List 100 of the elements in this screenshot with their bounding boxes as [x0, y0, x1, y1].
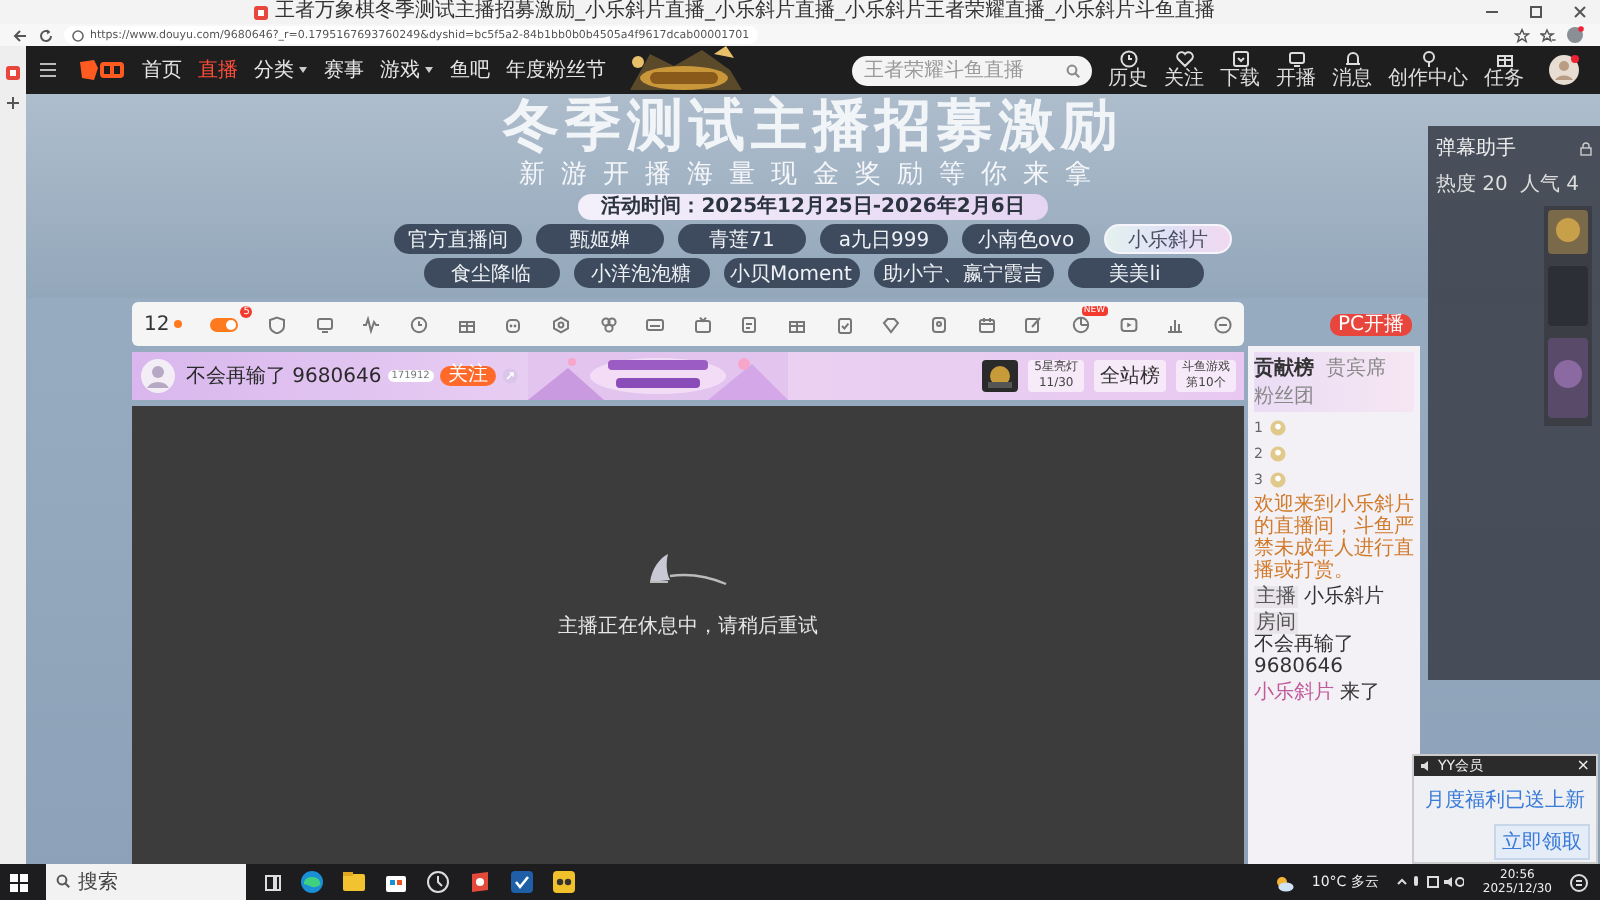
- panel-title: 弹幕助手: [1436, 135, 1516, 162]
- star-icon[interactable]: [1514, 27, 1530, 43]
- windows-icon[interactable]: [10, 873, 28, 891]
- streamer-button[interactable]: 官方直播间: [394, 224, 522, 254]
- start-stream-button[interactable]: PC开播: [1329, 313, 1412, 335]
- nav-link[interactable]: 游戏: [380, 56, 434, 84]
- diamond-icon[interactable]: [882, 315, 901, 333]
- favorites-icon[interactable]: [1540, 27, 1556, 43]
- maximize-icon[interactable]: [1528, 4, 1544, 20]
- profile-icon[interactable]: [1566, 26, 1584, 44]
- header-link[interactable]: 任务: [1484, 70, 1524, 90]
- play-icon[interactable]: [1119, 315, 1138, 333]
- tray-icons-drawing: [1396, 874, 1465, 890]
- banner-title: 冬季测试主播招募激励: [503, 96, 1123, 156]
- caret-icon: [424, 66, 434, 74]
- streamer-button[interactable]: 小乐斜片: [1104, 224, 1232, 254]
- speaker-icon: [1420, 760, 1432, 772]
- close-icon[interactable]: [1572, 4, 1588, 20]
- streamer-button[interactable]: 青莲71: [678, 224, 806, 254]
- pie-icon[interactable]: [1071, 315, 1090, 333]
- app-icon[interactable]: [552, 870, 576, 894]
- header-link[interactable]: 历史: [1108, 70, 1148, 90]
- chart-icon[interactable]: [1166, 315, 1185, 333]
- weather-icon: [1273, 873, 1294, 891]
- streamer-button[interactable]: 小南色ovo: [962, 224, 1090, 254]
- circles-icon[interactable]: [599, 315, 617, 333]
- stat-text: 人气 4: [1519, 172, 1579, 198]
- notification-icon[interactable]: [1570, 873, 1588, 891]
- tv-icon[interactable]: [693, 315, 712, 333]
- browser-icon[interactable]: [300, 870, 324, 894]
- nav-link[interactable]: 直播: [198, 56, 238, 84]
- header-link[interactable]: 创作中心: [1388, 70, 1468, 90]
- streamer-button[interactable]: 食尘降临: [423, 258, 559, 288]
- nav-link[interactable]: 赛事: [324, 56, 364, 84]
- avatar-icon: [1270, 471, 1287, 487]
- reload-icon[interactable]: [38, 27, 54, 43]
- avatar-icon: [140, 358, 176, 394]
- edit-icon[interactable]: [1024, 315, 1043, 333]
- more-icon[interactable]: [1213, 315, 1232, 333]
- user-name: 小乐斜片: [1254, 682, 1334, 704]
- shield-icon[interactable]: [268, 315, 287, 333]
- calendar-icon[interactable]: [977, 315, 996, 333]
- search-field[interactable]: 王者荣耀斗鱼直播: [852, 55, 1092, 85]
- bell-icon[interactable]: [1343, 50, 1361, 68]
- avatar-icon[interactable]: [1548, 54, 1580, 86]
- logo-icon[interactable]: [78, 58, 126, 82]
- nav-link[interactable]: 首页: [142, 56, 182, 84]
- download-icon[interactable]: [1231, 50, 1249, 68]
- screen-icon[interactable]: [1287, 50, 1305, 68]
- streamer-button[interactable]: 助小宁、嬴宁霞吉: [873, 258, 1053, 288]
- hexagon-icon[interactable]: [551, 315, 570, 333]
- lock-icon: [1580, 141, 1592, 155]
- fin-icon: [646, 551, 730, 587]
- wave-icon[interactable]: [362, 315, 381, 333]
- folder-icon[interactable]: [342, 870, 366, 894]
- store-icon[interactable]: [384, 870, 408, 894]
- popup-headline: 月度福利已送上新: [1425, 787, 1585, 814]
- info-value: 不会再输了 9680646: [1254, 634, 1356, 678]
- tab-icon[interactable]: [6, 66, 20, 80]
- add-icon[interactable]: [6, 96, 20, 110]
- claim-button[interactable]: 立即领取: [1494, 824, 1590, 860]
- ranking-button[interactable]: 全站榜: [1094, 360, 1166, 392]
- pin-icon[interactable]: [1419, 50, 1437, 68]
- toggle-switch[interactable]: [210, 317, 239, 331]
- keyboard-icon[interactable]: [646, 315, 665, 333]
- info-value: 小乐斜片: [1304, 586, 1384, 608]
- robot-icon[interactable]: [504, 315, 523, 333]
- avatar-icon: [1270, 445, 1287, 461]
- header-link[interactable]: 关注: [1164, 70, 1204, 90]
- menu-icon[interactable]: [38, 62, 58, 78]
- nav-link[interactable]: 年度粉丝节: [506, 56, 606, 84]
- app-icon[interactable]: [468, 870, 492, 894]
- nav-link[interactable]: 分类: [254, 56, 308, 84]
- search-field[interactable]: 搜索: [74, 864, 246, 900]
- header-link[interactable]: 开播: [1276, 70, 1316, 90]
- streamer-button[interactable]: a九日999: [820, 224, 948, 254]
- circle-icon[interactable]: [426, 870, 450, 894]
- header-link[interactable]: 下载: [1220, 70, 1260, 90]
- streamer-button[interactable]: 小贝Moment: [723, 258, 859, 288]
- event-period: 活动时间：2025年12月25日-2026年2月6日: [577, 194, 1049, 220]
- check-icon[interactable]: [510, 870, 534, 894]
- search-icon: [46, 864, 74, 900]
- heart-icon[interactable]: [1175, 50, 1193, 68]
- stat-text: 热度 20: [1436, 171, 1508, 198]
- banner-subtitle: 新游开播海量现金奖励等你来拿: [519, 160, 1107, 190]
- chat-tab[interactable]: 贡献榜: [1254, 354, 1314, 382]
- streamer-button[interactable]: 美美li: [1067, 258, 1203, 288]
- info-label: 主播: [1254, 586, 1298, 608]
- task-view-icon[interactable]: [264, 873, 282, 891]
- avatar-icon: [1270, 419, 1287, 435]
- status-message: 主播正在休息中，请稍后重试: [558, 613, 818, 639]
- close-button[interactable]: ×: [1576, 758, 1590, 774]
- note-icon[interactable]: [740, 315, 759, 333]
- clipboard-icon[interactable]: [835, 315, 854, 333]
- streamer-button[interactable]: 甄姬婵: [536, 224, 664, 254]
- streamer-button[interactable]: 小洋泡泡糖: [573, 258, 709, 288]
- nav-link[interactable]: 鱼吧: [450, 56, 490, 84]
- header-link[interactable]: 消息: [1332, 70, 1372, 90]
- back-icon[interactable]: [12, 27, 28, 43]
- search-icon: [1066, 63, 1080, 77]
